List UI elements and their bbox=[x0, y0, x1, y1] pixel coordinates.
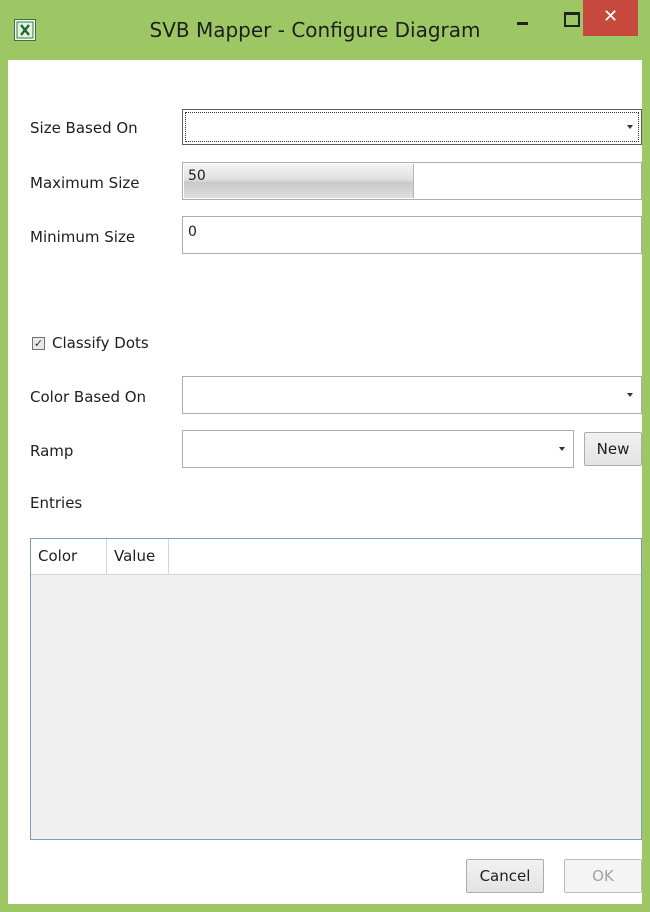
color-based-on-select[interactable] bbox=[182, 376, 642, 414]
size-based-on-select[interactable] bbox=[182, 109, 642, 145]
cancel-button[interactable]: Cancel bbox=[466, 859, 544, 893]
title-bar[interactable]: SVB Mapper - Configure Diagram ✕ bbox=[0, 0, 650, 60]
maximum-size-fill bbox=[184, 164, 414, 198]
dialog-content: Size Based On Maximum Size 50 Minimum Si… bbox=[8, 60, 642, 904]
ramp-select[interactable] bbox=[182, 430, 574, 468]
maximum-size-field[interactable]: 50 bbox=[182, 162, 642, 200]
size-based-on-label: Size Based On bbox=[30, 119, 138, 137]
column-header-value[interactable]: Value bbox=[107, 539, 169, 574]
color-based-on-label: Color Based On bbox=[30, 388, 147, 406]
ok-button[interactable]: OK bbox=[564, 859, 642, 893]
chevron-down-icon[interactable] bbox=[559, 447, 565, 451]
minimum-size-field[interactable]: 0 bbox=[182, 216, 642, 254]
new-ramp-button[interactable]: New bbox=[584, 432, 642, 466]
maximum-size-label: Maximum Size bbox=[30, 174, 140, 192]
close-icon[interactable]: ✕ bbox=[583, 0, 638, 36]
classify-dots-label[interactable]: Classify Dots bbox=[52, 334, 149, 352]
column-header-color[interactable]: Color bbox=[31, 539, 107, 574]
dialog-window: SVB Mapper - Configure Diagram ✕ Size Ba… bbox=[0, 0, 650, 912]
focus-indicator bbox=[185, 112, 639, 142]
maximum-size-value: 50 bbox=[188, 168, 206, 184]
ramp-label: Ramp bbox=[30, 442, 74, 460]
entries-table-header: Color Value bbox=[31, 539, 641, 575]
chevron-down-icon[interactable] bbox=[627, 393, 633, 397]
minimize-icon[interactable] bbox=[504, 0, 540, 40]
entries-label: Entries bbox=[30, 494, 83, 512]
chevron-down-icon[interactable] bbox=[627, 125, 633, 129]
entries-table[interactable]: Color Value bbox=[30, 538, 642, 840]
classify-dots-checkbox[interactable]: ✓ bbox=[32, 337, 45, 350]
minimum-size-label: Minimum Size bbox=[30, 228, 136, 246]
